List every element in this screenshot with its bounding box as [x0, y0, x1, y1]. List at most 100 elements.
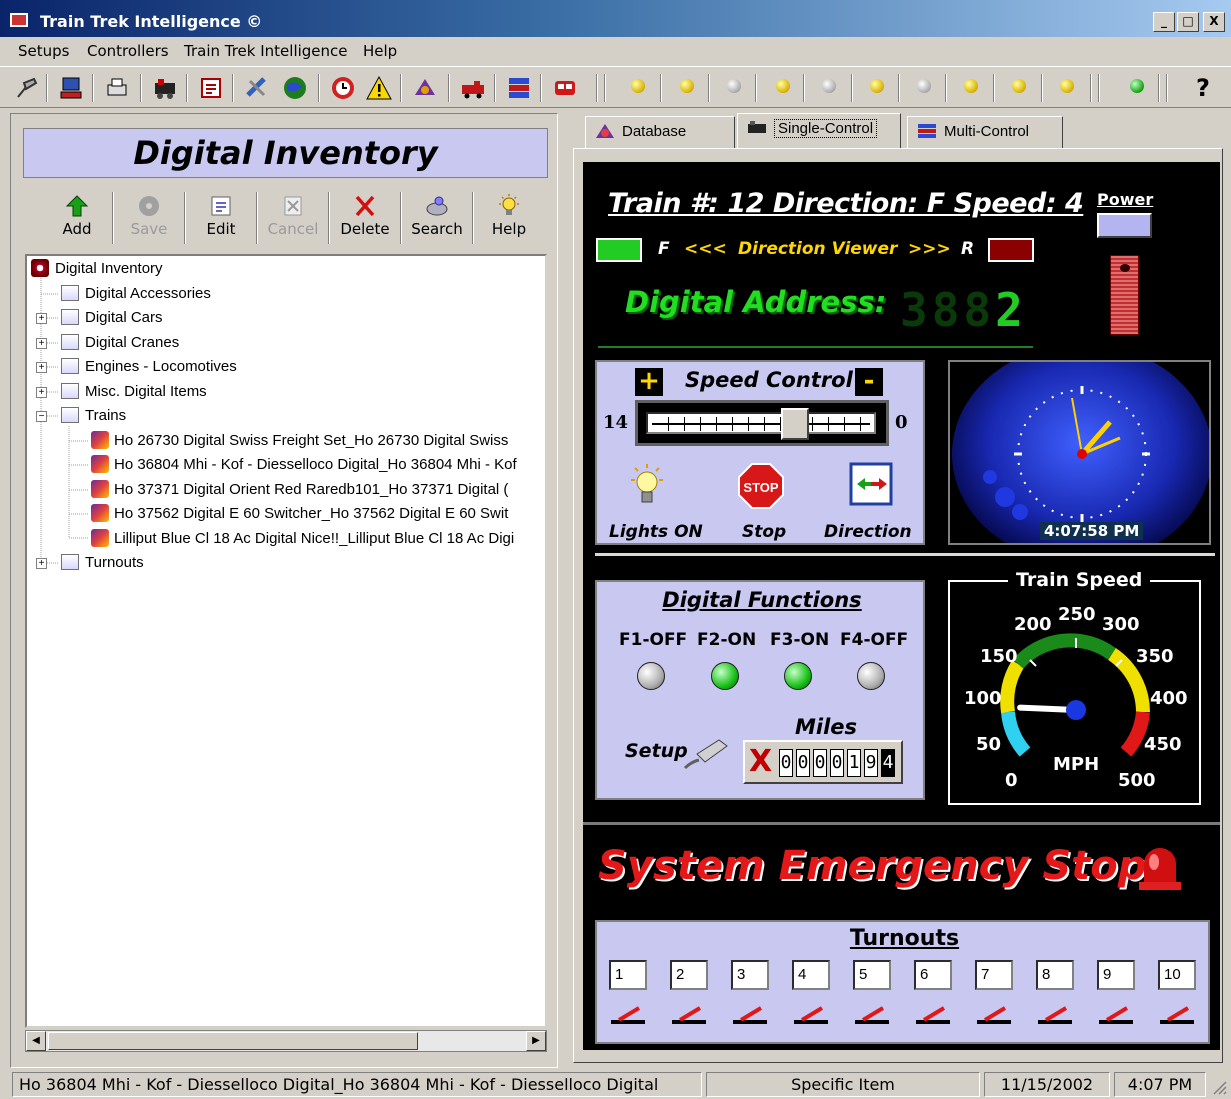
clock-icon[interactable]: [330, 75, 356, 101]
turnout-6-field[interactable]: 6: [914, 960, 952, 990]
indicator-bulb-icon[interactable]: [680, 79, 694, 93]
tree-leaf-train[interactable]: Lilliput Blue Cl 18 Ac Digital Nice!!_Li…: [91, 528, 514, 550]
train-wizard-icon[interactable]: [412, 75, 438, 101]
turnout-9-field[interactable]: 9: [1097, 960, 1135, 990]
tree-node-trains[interactable]: Trains: [61, 405, 126, 427]
globe-icon[interactable]: [282, 75, 308, 101]
turnout-switch-icon[interactable]: [670, 1004, 708, 1026]
tree-node-digital-accessories[interactable]: Digital Accessories: [61, 283, 211, 305]
tree-leaf-train[interactable]: Ho 37371 Digital Orient Red Raredb101_Ho…: [91, 479, 508, 501]
add-button[interactable]: Add: [42, 190, 112, 246]
tools-icon[interactable]: [244, 75, 270, 101]
tree-root[interactable]: Digital Inventory: [31, 258, 163, 280]
edit-button[interactable]: Edit: [186, 190, 256, 246]
delete-button[interactable]: Delete: [330, 190, 400, 246]
function-f3-toggle[interactable]: [784, 662, 812, 690]
indicator-bulb-icon[interactable]: [631, 79, 645, 93]
tree-leaf-train[interactable]: Ho 37562 Digital E 60 Switcher_Ho 37562 …: [91, 503, 508, 525]
printer-icon[interactable]: [104, 75, 130, 101]
scroll-left-icon[interactable]: ◀: [26, 1031, 46, 1051]
speed-slider-thumb[interactable]: [781, 408, 809, 440]
expand-icon[interactable]: +: [36, 362, 47, 373]
turnout-switch-icon[interactable]: [609, 1004, 647, 1026]
direction-toggle-icon[interactable]: [849, 462, 895, 508]
function-f2-toggle[interactable]: [711, 662, 739, 690]
turnout-2-field[interactable]: 2: [670, 960, 708, 990]
turnout-4-field[interactable]: 4: [792, 960, 830, 990]
setup-plug-icon[interactable]: [681, 732, 731, 772]
indicator-bulb-icon[interactable]: [917, 79, 931, 93]
maximize-button[interactable]: □: [1177, 12, 1199, 32]
turnout-switch-icon[interactable]: [853, 1004, 891, 1026]
stop-sign-icon[interactable]: STOP: [737, 462, 785, 510]
turnout-7-field[interactable]: 7: [975, 960, 1013, 990]
turnout-switch-icon[interactable]: [792, 1004, 830, 1026]
system-emergency-stop-button[interactable]: System Emergency Stop: [598, 843, 1146, 889]
turnout-5-field[interactable]: 5: [853, 960, 891, 990]
scroll-right-icon[interactable]: ▶: [526, 1031, 546, 1051]
scroll-thumb[interactable]: [48, 1032, 418, 1050]
reset-mileage-icon[interactable]: X: [749, 746, 775, 778]
computer-icon[interactable]: [58, 75, 84, 101]
turnout-3-field[interactable]: 3: [731, 960, 769, 990]
emergency-beacon-icon[interactable]: [1136, 838, 1184, 894]
indicator-bulb-icon[interactable]: [727, 79, 741, 93]
collapse-icon[interactable]: −: [36, 411, 47, 422]
indicator-bulb-icon[interactable]: [964, 79, 978, 93]
warning-icon[interactable]: [366, 75, 392, 101]
turnout-1-field[interactable]: 1: [609, 960, 647, 990]
cancel-button[interactable]: Cancel: [258, 190, 328, 246]
inventory-tree[interactable]: Digital Inventory Digital Accessories + …: [25, 254, 547, 1028]
tree-leaf-train[interactable]: Ho 36804 Mhi - Kof - Diesselloco Digital…: [91, 454, 517, 476]
minimize-button[interactable]: _: [1153, 12, 1175, 32]
tree-node-digital-cranes[interactable]: Digital Cranes: [61, 332, 179, 354]
menu-setups[interactable]: Setups: [18, 42, 69, 60]
turnout-switch-icon[interactable]: [1097, 1004, 1135, 1026]
speed-plus-button[interactable]: +: [635, 368, 663, 396]
help-button[interactable]: Help: [474, 190, 544, 246]
locomotive-icon[interactable]: [152, 75, 178, 101]
speed-slider[interactable]: [646, 408, 876, 440]
expand-icon[interactable]: +: [36, 338, 47, 349]
indicator-bulb-icon[interactable]: [870, 79, 884, 93]
red-train-icon[interactable]: [460, 75, 486, 101]
function-f4-toggle[interactable]: [857, 662, 885, 690]
connect-icon[interactable]: [14, 75, 40, 101]
menu-controllers[interactable]: Controllers: [87, 42, 169, 60]
tree-leaf-train[interactable]: Ho 26730 Digital Swiss Freight Set_Ho 26…: [91, 430, 508, 452]
turnout-switch-icon[interactable]: [914, 1004, 952, 1026]
speed-minus-button[interactable]: -: [855, 368, 883, 396]
help-icon[interactable]: ?: [1196, 75, 1222, 101]
multi-control-icon[interactable]: [506, 75, 532, 101]
close-button[interactable]: X: [1203, 12, 1225, 32]
tree-node-turnouts[interactable]: Turnouts: [61, 552, 144, 574]
turnout-8-field[interactable]: 8: [1036, 960, 1074, 990]
expand-icon[interactable]: +: [36, 558, 47, 569]
menu-help[interactable]: Help: [363, 42, 397, 60]
tab-database[interactable]: Database: [585, 116, 735, 148]
tree-node-digital-cars[interactable]: Digital Cars: [61, 307, 163, 329]
emergency-icon[interactable]: [552, 75, 578, 101]
indicator-bulb-icon[interactable]: [1012, 79, 1026, 93]
expand-icon[interactable]: +: [36, 387, 47, 398]
menu-train-trek-intelligence[interactable]: Train Trek Intelligence: [184, 42, 348, 60]
resize-grip-icon[interactable]: [1210, 1078, 1228, 1096]
inventory-icon[interactable]: [198, 75, 224, 101]
tree-node-engines-locomotives[interactable]: Engines - Locomotives: [61, 356, 237, 378]
indicator-bulb-icon[interactable]: [1060, 79, 1074, 93]
search-button[interactable]: Search: [402, 190, 472, 246]
turnout-switch-icon[interactable]: [1158, 1004, 1196, 1026]
turnout-10-field[interactable]: 10: [1158, 960, 1196, 990]
mileage-odometer[interactable]: X 0 0 0 0 1 9 4: [743, 740, 903, 784]
expand-icon[interactable]: +: [36, 313, 47, 324]
save-button[interactable]: Save: [114, 190, 184, 246]
indicator-bulb-icon[interactable]: [822, 79, 836, 93]
indicator-bulb-icon[interactable]: [776, 79, 790, 93]
tree-node-misc-digital-items[interactable]: Misc. Digital Items: [61, 381, 207, 403]
turnout-switch-icon[interactable]: [975, 1004, 1013, 1026]
turnout-switch-icon[interactable]: [731, 1004, 769, 1026]
horizontal-scrollbar[interactable]: ◀ ▶: [25, 1030, 547, 1052]
function-f1-toggle[interactable]: [637, 662, 665, 690]
tab-multi-control[interactable]: Multi-Control: [907, 116, 1063, 148]
light-bulb-icon[interactable]: [627, 462, 667, 510]
